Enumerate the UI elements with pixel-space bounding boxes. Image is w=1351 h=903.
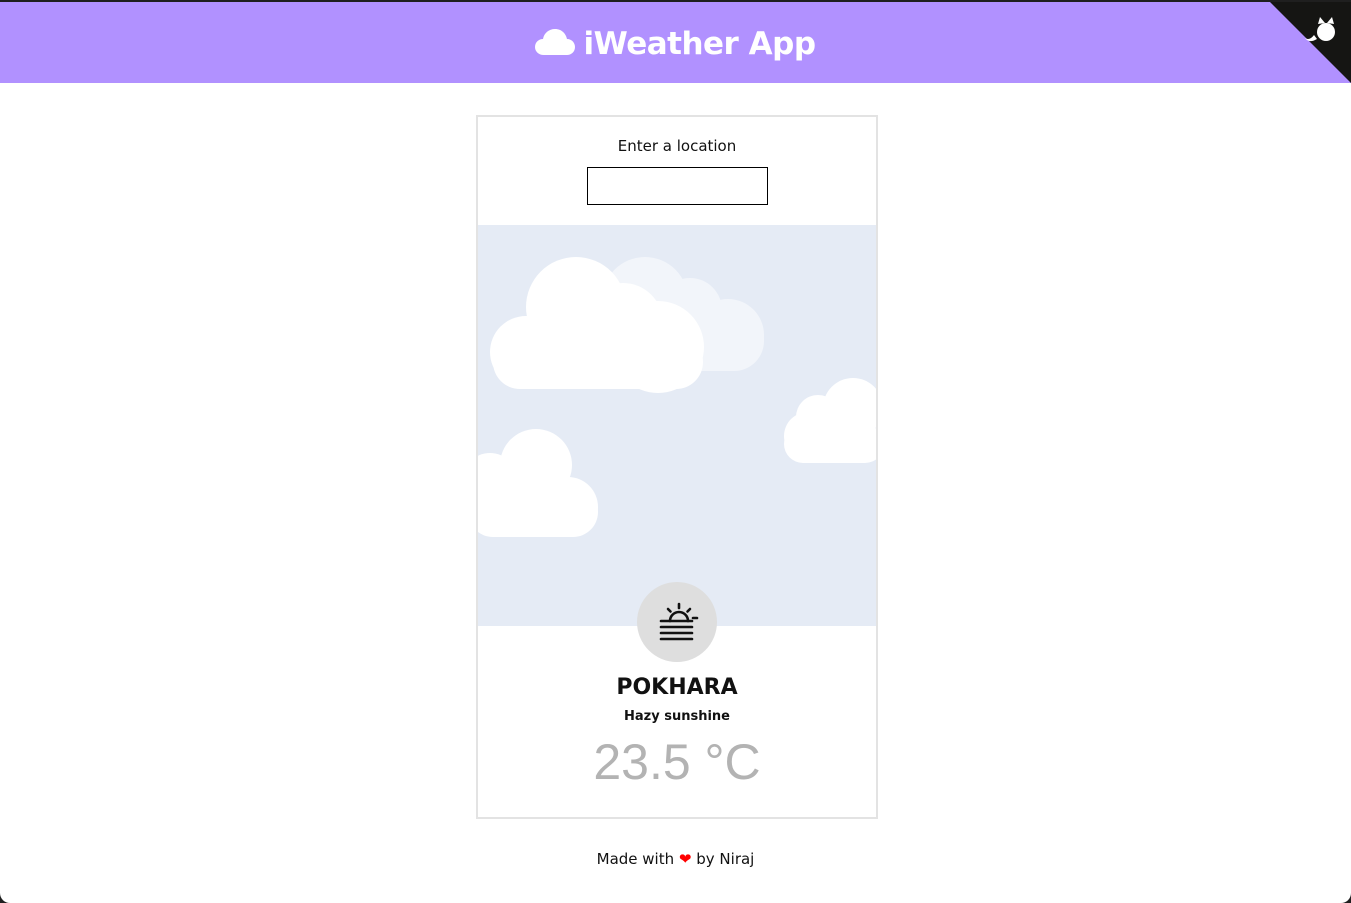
temperature: 23.5 °C xyxy=(593,734,761,790)
github-corner-link[interactable] xyxy=(1270,2,1351,83)
heart-icon: ❤ xyxy=(678,850,692,868)
cloud-left xyxy=(478,429,598,537)
footer-author: by Niraj xyxy=(696,850,755,868)
app-title: iWeather App xyxy=(583,25,816,62)
footer: Made with ❤ by Niraj xyxy=(0,850,1351,868)
city-name: POKHARA xyxy=(616,675,738,700)
cloud-right xyxy=(784,378,876,463)
location-input[interactable] xyxy=(587,167,768,205)
weather-condition: Hazy sunshine xyxy=(624,709,730,724)
footer-made-with: Made with xyxy=(596,850,675,868)
app-title-group: iWeather App xyxy=(535,25,816,62)
weather-card: Enter a location POKHARA Hazy sunshine 2… xyxy=(476,115,878,819)
app-window: iWeather App Enter a location POKHARA Ha… xyxy=(0,2,1351,903)
cloud-icon xyxy=(535,28,576,60)
sky-illustration xyxy=(478,225,876,626)
search-section: Enter a location xyxy=(478,117,876,225)
search-label: Enter a location xyxy=(617,137,737,155)
app-header: iWeather App xyxy=(0,2,1351,83)
